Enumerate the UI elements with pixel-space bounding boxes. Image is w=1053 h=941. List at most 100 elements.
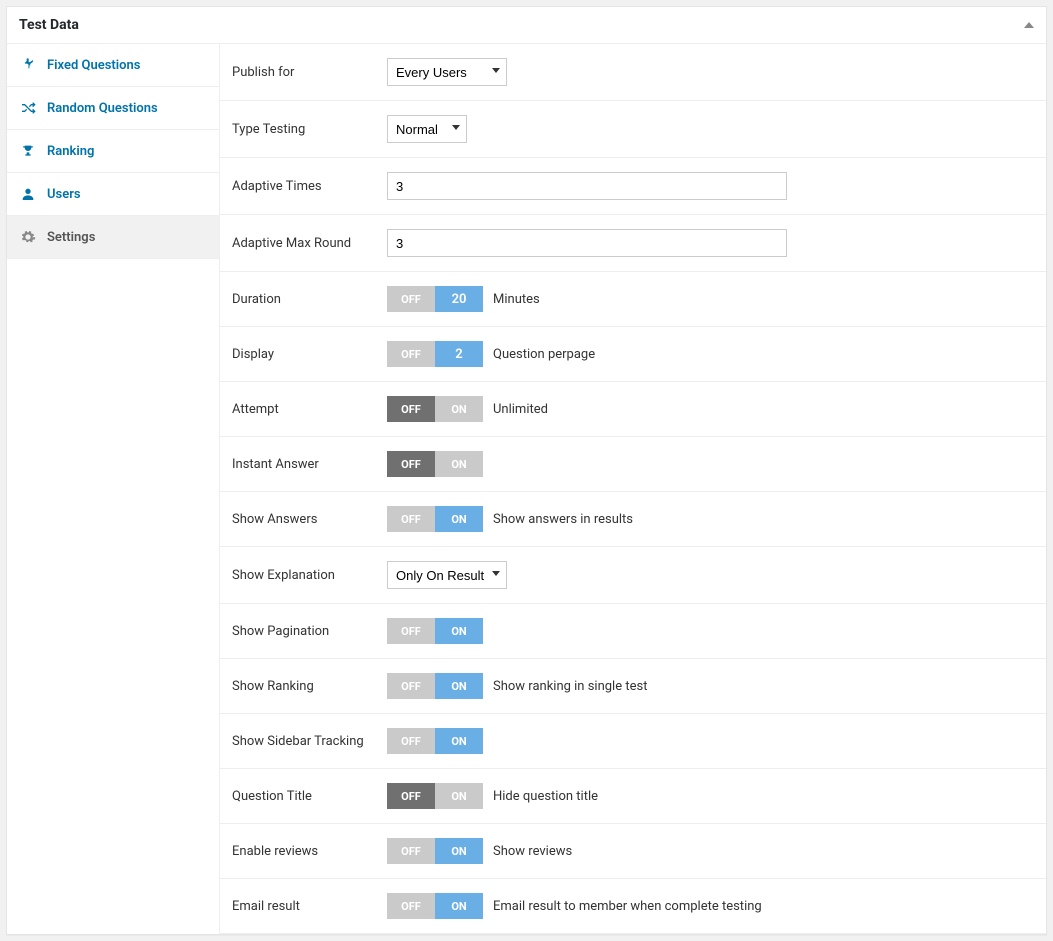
toggle-email-result[interactable]: OFF ON: [387, 893, 483, 919]
trophy-icon: [19, 143, 37, 159]
shuffle-icon: [19, 100, 37, 116]
hint-display: Question perpage: [493, 347, 595, 362]
row-enable-reviews: Enable reviews OFF ON Show reviews: [220, 824, 1046, 879]
label-show-sidebar-tracking: Show Sidebar Tracking: [232, 734, 387, 749]
collapse-toggle-icon[interactable]: [1024, 22, 1034, 28]
sidebar-item-label: Ranking: [47, 144, 94, 159]
label-question-title: Question Title: [232, 789, 387, 804]
toggle-on[interactable]: ON: [435, 728, 483, 754]
sidebar-item-label: Fixed Questions: [47, 58, 140, 73]
label-display: Display: [232, 347, 387, 362]
label-adaptive-times: Adaptive Times: [232, 179, 387, 194]
toggle-off[interactable]: OFF: [387, 286, 435, 312]
toggle-value[interactable]: 20: [435, 286, 483, 312]
row-show-ranking: Show Ranking OFF ON Show ranking in sing…: [220, 659, 1046, 714]
row-show-explanation: Show Explanation Only On Result: [220, 547, 1046, 604]
toggle-on[interactable]: ON: [435, 506, 483, 532]
hint-attempt: Unlimited: [493, 402, 548, 417]
row-display: Display OFF 2 Question perpage: [220, 327, 1046, 382]
label-attempt: Attempt: [232, 402, 387, 417]
row-email-result: Email result OFF ON Email result to memb…: [220, 879, 1046, 934]
sidebar-item-settings[interactable]: Settings: [7, 216, 219, 259]
label-duration: Duration: [232, 292, 387, 307]
toggle-on[interactable]: ON: [435, 783, 483, 809]
toggle-on[interactable]: ON: [435, 451, 483, 477]
panel-body: Fixed Questions Random Questions Ranking: [7, 44, 1046, 934]
label-show-ranking: Show Ranking: [232, 679, 387, 694]
user-icon: [19, 186, 37, 202]
test-data-panel: Test Data Fixed Questions Random Questio…: [6, 6, 1047, 935]
hint-show-answers: Show answers in results: [493, 512, 633, 527]
toggle-value[interactable]: 2: [435, 341, 483, 367]
row-show-pagination: Show Pagination OFF ON: [220, 604, 1046, 659]
toggle-duration[interactable]: OFF 20: [387, 286, 483, 312]
sidebar-item-label: Settings: [47, 230, 95, 245]
sidebar-item-ranking[interactable]: Ranking: [7, 130, 219, 173]
toggle-on[interactable]: ON: [435, 893, 483, 919]
sidebar: Fixed Questions Random Questions Ranking: [7, 44, 220, 934]
label-publish-for: Publish for: [232, 65, 387, 80]
input-adaptive-max-round[interactable]: [387, 229, 787, 257]
label-show-answers: Show Answers: [232, 512, 387, 527]
toggle-show-pagination[interactable]: OFF ON: [387, 618, 483, 644]
sidebar-item-label: Random Questions: [47, 101, 158, 116]
select-show-explanation[interactable]: Only On Result: [387, 561, 507, 589]
toggle-question-title[interactable]: OFF ON: [387, 783, 483, 809]
label-type-testing: Type Testing: [232, 122, 387, 137]
hint-enable-reviews: Show reviews: [493, 844, 572, 859]
toggle-off[interactable]: OFF: [387, 451, 435, 477]
sidebar-item-users[interactable]: Users: [7, 173, 219, 216]
label-enable-reviews: Enable reviews: [232, 844, 387, 859]
label-show-explanation: Show Explanation: [232, 568, 387, 583]
toggle-instant-answer[interactable]: OFF ON: [387, 451, 483, 477]
select-publish-for[interactable]: Every Users: [387, 58, 507, 86]
toggle-attempt[interactable]: OFF ON: [387, 396, 483, 422]
row-show-sidebar-tracking: Show Sidebar Tracking OFF ON: [220, 714, 1046, 769]
row-question-title: Question Title OFF ON Hide question titl…: [220, 769, 1046, 824]
toggle-on[interactable]: ON: [435, 618, 483, 644]
hint-email-result: Email result to member when complete tes…: [493, 899, 762, 914]
toggle-off[interactable]: OFF: [387, 618, 435, 644]
label-email-result: Email result: [232, 899, 387, 914]
toggle-off[interactable]: OFF: [387, 396, 435, 422]
toggle-off[interactable]: OFF: [387, 783, 435, 809]
toggle-off[interactable]: OFF: [387, 506, 435, 532]
toggle-off[interactable]: OFF: [387, 838, 435, 864]
pin-icon: [19, 57, 37, 73]
settings-form: Publish for Every Users Type Testing Nor…: [220, 44, 1046, 934]
row-duration: Duration OFF 20 Minutes: [220, 272, 1046, 327]
toggle-off[interactable]: OFF: [387, 673, 435, 699]
row-publish-for: Publish for Every Users: [220, 44, 1046, 101]
label-instant-answer: Instant Answer: [232, 457, 387, 472]
label-adaptive-max-round: Adaptive Max Round: [232, 236, 387, 251]
toggle-show-ranking[interactable]: OFF ON: [387, 673, 483, 699]
hint-question-title: Hide question title: [493, 789, 598, 804]
toggle-show-sidebar-tracking[interactable]: OFF ON: [387, 728, 483, 754]
select-type-testing[interactable]: Normal: [387, 115, 467, 143]
toggle-enable-reviews[interactable]: OFF ON: [387, 838, 483, 864]
row-type-testing: Type Testing Normal: [220, 101, 1046, 158]
gear-icon: [19, 229, 37, 245]
row-show-answers: Show Answers OFF ON Show answers in resu…: [220, 492, 1046, 547]
toggle-on[interactable]: ON: [435, 396, 483, 422]
sidebar-item-label: Users: [47, 187, 81, 202]
toggle-off[interactable]: OFF: [387, 341, 435, 367]
toggle-show-answers[interactable]: OFF ON: [387, 506, 483, 532]
toggle-display[interactable]: OFF 2: [387, 341, 483, 367]
toggle-on[interactable]: ON: [435, 673, 483, 699]
sidebar-item-random-questions[interactable]: Random Questions: [7, 87, 219, 130]
toggle-off[interactable]: OFF: [387, 728, 435, 754]
hint-duration: Minutes: [493, 292, 540, 307]
toggle-on[interactable]: ON: [435, 838, 483, 864]
sidebar-item-fixed-questions[interactable]: Fixed Questions: [7, 44, 219, 87]
input-adaptive-times[interactable]: [387, 172, 787, 200]
row-adaptive-max-round: Adaptive Max Round: [220, 215, 1046, 272]
panel-title: Test Data: [19, 17, 79, 33]
toggle-off[interactable]: OFF: [387, 893, 435, 919]
panel-header: Test Data: [7, 7, 1046, 44]
hint-show-ranking: Show ranking in single test: [493, 679, 647, 694]
row-adaptive-times: Adaptive Times: [220, 158, 1046, 215]
label-show-pagination: Show Pagination: [232, 624, 387, 639]
row-instant-answer: Instant Answer OFF ON: [220, 437, 1046, 492]
row-attempt: Attempt OFF ON Unlimited: [220, 382, 1046, 437]
